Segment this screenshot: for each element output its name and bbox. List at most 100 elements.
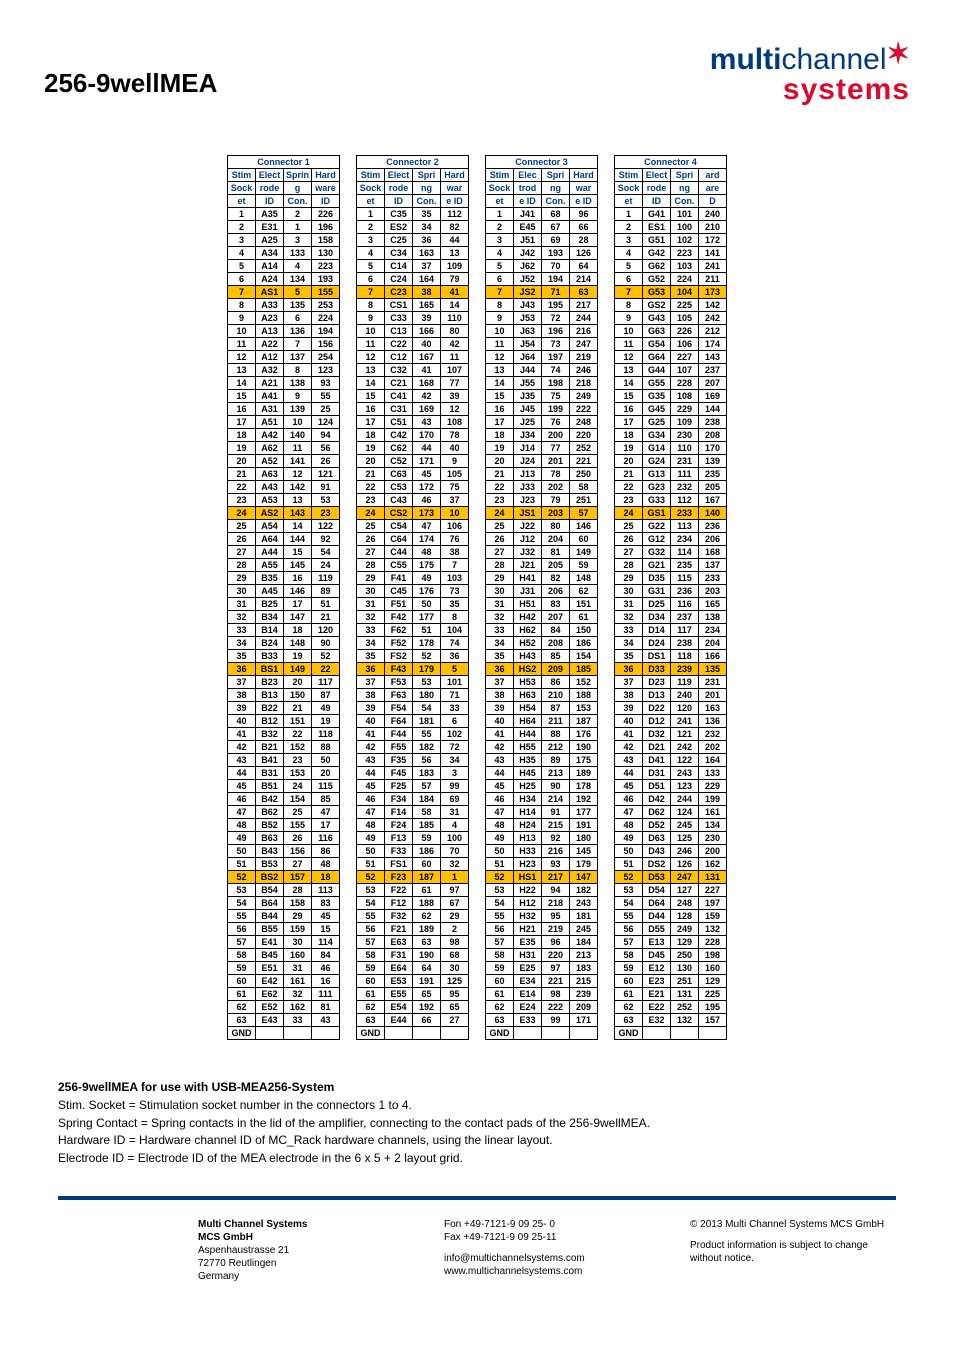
cell: 180: [413, 689, 441, 702]
cell: 52: [615, 871, 643, 884]
cell: D24: [643, 637, 671, 650]
cell: 63: [413, 936, 441, 949]
cell: H51: [514, 598, 542, 611]
table-row: 8A33135253: [227, 299, 339, 312]
cell: GS1: [643, 507, 671, 520]
cell: A22: [255, 338, 283, 351]
cell: 91: [542, 806, 570, 819]
cell: 28: [615, 559, 643, 572]
cell: 35: [441, 598, 469, 611]
cell: 211: [542, 715, 570, 728]
cell: 176: [413, 585, 441, 598]
table-col-header: are: [699, 182, 727, 195]
cell: 59: [357, 962, 385, 975]
cell: 38: [486, 689, 514, 702]
cell: 34: [357, 637, 385, 650]
cell: 77: [441, 377, 469, 390]
cell: 39: [227, 702, 255, 715]
cell: 3: [357, 234, 385, 247]
cell: 247: [570, 338, 598, 351]
cell: 241: [699, 260, 727, 273]
cell: H42: [514, 611, 542, 624]
cell: 29: [227, 572, 255, 585]
cell: 215: [570, 975, 598, 988]
cell: 46: [486, 793, 514, 806]
cell: 218: [570, 377, 598, 390]
cell: 231: [671, 455, 699, 468]
table-row: 39F545433: [357, 702, 469, 715]
table-col-header: Spri: [542, 169, 570, 182]
cell: F52: [385, 637, 413, 650]
cell: 100: [441, 832, 469, 845]
cell: 42: [357, 741, 385, 754]
table-col-header: Stim: [615, 169, 643, 182]
cell: 49: [615, 832, 643, 845]
cell: 126: [671, 858, 699, 871]
table-row: 2ES1100210: [615, 221, 727, 234]
cell: 25: [312, 403, 340, 416]
cell: 42: [227, 741, 255, 754]
cell: 195: [542, 299, 570, 312]
cell: 34: [413, 221, 441, 234]
cell: 63: [486, 1014, 514, 1027]
cell: 172: [413, 481, 441, 494]
cell: 35: [413, 208, 441, 221]
cell: B52: [255, 819, 283, 832]
cell: 101: [671, 208, 699, 221]
cell: 112: [441, 208, 469, 221]
cell: 16: [486, 403, 514, 416]
cell: 55: [357, 910, 385, 923]
cell: 8: [486, 299, 514, 312]
cell: 53: [486, 884, 514, 897]
cell: 2: [486, 221, 514, 234]
cell: 171: [413, 455, 441, 468]
cell: 62: [615, 1001, 643, 1014]
cell: 17: [312, 819, 340, 832]
cell: C43: [385, 494, 413, 507]
cell: B32: [255, 728, 283, 741]
table-row: 39D22120163: [615, 702, 727, 715]
table-row: 36HS2209185: [486, 663, 598, 676]
cell: F42: [385, 611, 413, 624]
cell: 61: [486, 988, 514, 1001]
cell: 11: [615, 338, 643, 351]
cell: A63: [255, 468, 283, 481]
table-row: 18A4214094: [227, 429, 339, 442]
cell: 129: [671, 936, 699, 949]
cell: A51: [255, 416, 283, 429]
cell: 53: [312, 494, 340, 507]
cell: F51: [385, 598, 413, 611]
table-row: GND: [615, 1027, 727, 1040]
cell: 102: [671, 234, 699, 247]
cell: 170: [413, 429, 441, 442]
cell: 121: [312, 468, 340, 481]
cell: 28: [570, 234, 598, 247]
table-row: 46F3418469: [357, 793, 469, 806]
cell: 96: [542, 936, 570, 949]
table-row: 50F3318670: [357, 845, 469, 858]
cell: B14: [255, 624, 283, 637]
cell: 154: [283, 793, 311, 806]
cell: F44: [385, 728, 413, 741]
table-row: 53F226197: [357, 884, 469, 897]
cell: D35: [643, 572, 671, 585]
cell: 70: [441, 845, 469, 858]
cell: 46: [413, 494, 441, 507]
table-row: 28G21235137: [615, 559, 727, 572]
cell: 148: [570, 572, 598, 585]
cell: 31: [615, 598, 643, 611]
cell: 121: [671, 728, 699, 741]
table-row: 58D45250198: [615, 949, 727, 962]
cell: 53: [357, 884, 385, 897]
cell: 199: [542, 403, 570, 416]
cell: 115: [671, 572, 699, 585]
cell: 36: [486, 663, 514, 676]
cell: 143: [699, 351, 727, 364]
cell: J53: [514, 312, 542, 325]
table-row: 51H2393179: [486, 858, 598, 871]
table-row: 61E6232111: [227, 988, 339, 1001]
table-row: 10C1316680: [357, 325, 469, 338]
cell: 76: [441, 533, 469, 546]
table-row: 17G25109238: [615, 416, 727, 429]
table-row: 61E556595: [357, 988, 469, 1001]
